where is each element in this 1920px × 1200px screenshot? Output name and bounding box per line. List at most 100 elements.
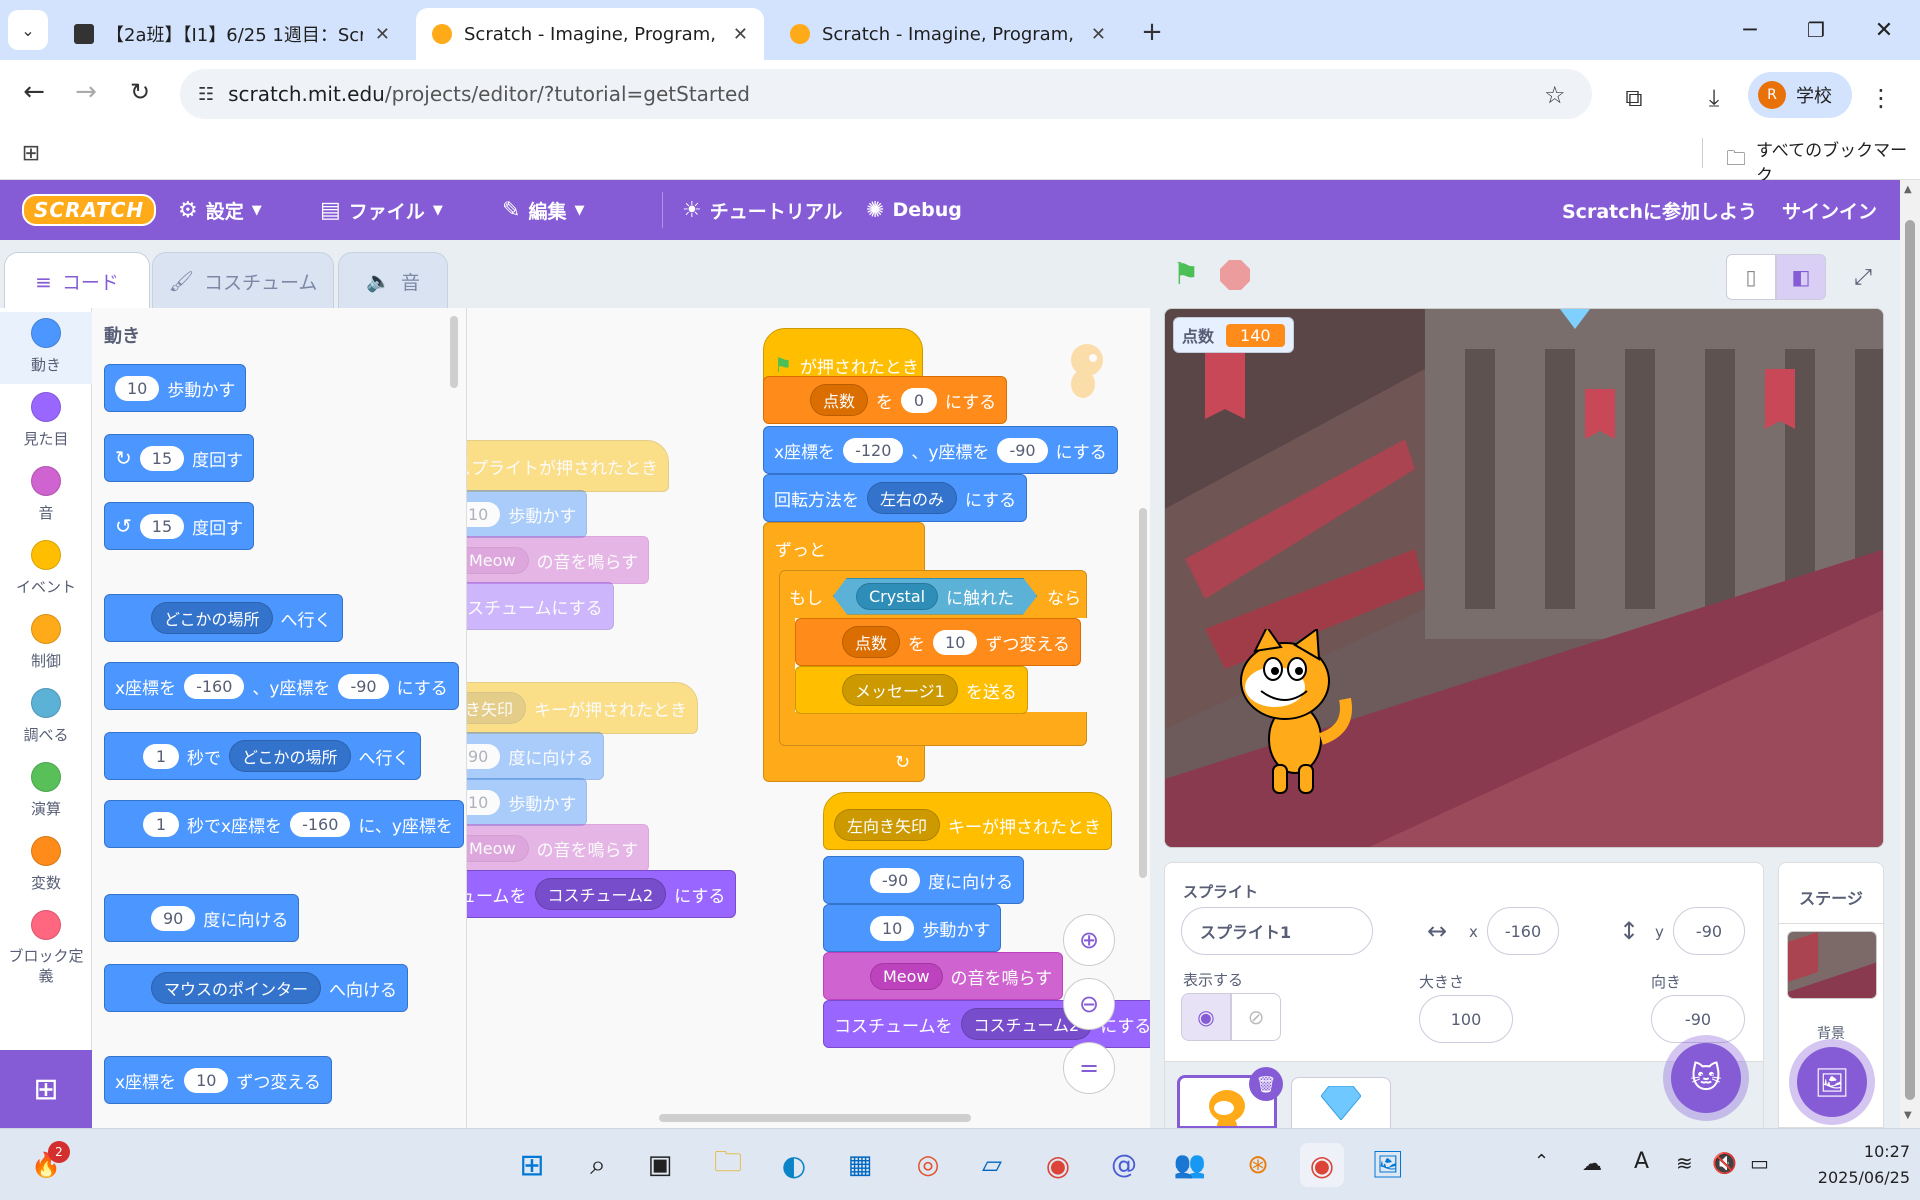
block-when-sprite-clicked[interactable]: このスプライトが押されたとき <box>467 440 669 492</box>
mail-icon[interactable]: @ <box>1102 1143 1146 1187</box>
paint-icon[interactable]: 🖼 <box>1366 1143 1410 1187</box>
task-view-icon[interactable]: ▣ <box>638 1143 682 1187</box>
network-alert-icon[interactable]: ☁ <box>1582 1151 1602 1175</box>
debug-button[interactable]: ✺ Debug <box>866 180 962 240</box>
input-value[interactable]: 0 <box>901 387 938 413</box>
input-direction[interactable]: 90 <box>151 905 196 931</box>
chevron-up-icon[interactable]: ⌃ <box>1534 1151 1549 1172</box>
category-variables[interactable]: 変数 <box>0 836 92 893</box>
dropdown-key[interactable]: 右向き矢印 <box>467 692 527 724</box>
tutorials-button[interactable]: ☀ チュートリアル <box>682 180 843 240</box>
minimize-icon[interactable]: ─ <box>1730 10 1770 50</box>
block-change-x[interactable]: x座標を 10 ずつ変える <box>104 1056 332 1104</box>
block-play-sound[interactable]: Meow の音を鳴らす <box>823 952 1064 1000</box>
tab-close-icon[interactable]: ✕ <box>375 24 390 45</box>
block-touching[interactable]: Crystal に触れた <box>833 578 1037 615</box>
delete-sprite-button[interactable]: 🗑 <box>1249 1067 1283 1101</box>
scroll-up-icon[interactable]: ▲ <box>1904 184 1912 195</box>
volume-muted-icon[interactable]: 🔇 <box>1712 1151 1737 1175</box>
dropdown-target[interactable]: どこかの場所 <box>229 740 351 772</box>
file-menu[interactable]: ▤ ファイル ▼ <box>320 180 443 240</box>
block-goto-xy[interactable]: x座標を -160 、y座標を -90 にする <box>104 662 459 710</box>
zoom-in-button[interactable]: ⊕ <box>1063 914 1115 966</box>
input-y[interactable]: -90 <box>338 673 389 699</box>
zoom-reset-button[interactable]: = <box>1063 1042 1115 1094</box>
input-y[interactable]: -90 <box>997 437 1048 463</box>
palette-scrollbar[interactable] <box>450 316 458 388</box>
tab-costumes[interactable]: 🖌 コスチューム <box>152 252 334 310</box>
choose-backdrop-button[interactable]: 🖼 <box>1797 1047 1867 1117</box>
settings-menu[interactable]: ⚙ 設定 ▼ <box>178 180 262 240</box>
address-bar[interactable]: ☷ scratch.mit.edu/projects/editor/?tutor… <box>180 69 1592 119</box>
workspace-scrollbar-h[interactable] <box>659 1114 971 1122</box>
zoom-out-button[interactable]: ⊖ <box>1063 978 1115 1030</box>
block-turn-left[interactable]: ↺ 15 度回す <box>104 502 255 550</box>
dropdown-sound[interactable]: Meow <box>467 834 529 862</box>
dropdown-sound[interactable]: Meow <box>467 546 529 574</box>
store-icon[interactable]: ▦ <box>838 1143 882 1187</box>
profile-button[interactable]: R 学校 <box>1748 72 1852 118</box>
input-steps[interactable]: 10 <box>467 789 501 815</box>
dropdown-key[interactable]: 左向き矢印 <box>834 809 941 841</box>
show-sprite-button[interactable]: ◉ <box>1181 993 1231 1041</box>
size-input[interactable]: 100 <box>1419 995 1513 1043</box>
block-move-steps[interactable]: 10 歩動かす <box>467 490 588 538</box>
large-stage-button[interactable]: ◧ <box>1776 254 1826 300</box>
block-move-steps[interactable]: 10 歩動かす <box>823 904 1002 952</box>
forward-icon[interactable]: → <box>66 72 106 112</box>
block-point-towards[interactable]: マウスのポインター へ向ける <box>104 964 409 1012</box>
category-sound[interactable]: 音 <box>0 466 92 523</box>
category-events[interactable]: イベント <box>0 540 92 597</box>
block-when-key-pressed[interactable]: 左向き矢印 キーが押されたとき <box>823 792 1113 850</box>
sprite-name-input[interactable]: スプライト1 <box>1181 907 1373 955</box>
chrome-profile-icon[interactable]: ◉ <box>1300 1143 1344 1187</box>
app-icon[interactable]: ◎ <box>906 1143 950 1187</box>
stage-canvas[interactable]: 点数 140 <box>1164 308 1884 848</box>
whiteboard-icon[interactable]: ▱ <box>970 1143 1014 1187</box>
dropdown-variable[interactable]: 点数 <box>842 626 901 658</box>
input-value[interactable]: 10 <box>933 629 978 655</box>
dropdown-sound[interactable]: Meow <box>870 962 943 990</box>
input-direction[interactable]: 90 <box>467 743 501 769</box>
close-window-icon[interactable]: ✕ <box>1864 10 1904 50</box>
teams-icon[interactable]: 👥 <box>1168 1143 1212 1187</box>
join-scratch-link[interactable]: Scratchに参加しよう <box>1562 180 1757 240</box>
x-input[interactable]: -160 <box>1487 907 1559 955</box>
bookmark-star-icon[interactable]: ☆ <box>1544 81 1566 109</box>
category-looks[interactable]: 見た目 <box>0 392 92 449</box>
category-sensing[interactable]: 調べる <box>0 688 92 745</box>
search-icon[interactable]: ⌕ <box>576 1143 620 1187</box>
block-point-direction[interactable]: 90 度に向ける <box>104 894 300 942</box>
dropdown-target[interactable]: どこかの場所 <box>151 602 273 634</box>
url-text[interactable]: scratch.mit.edu/projects/editor/?tutoria… <box>228 82 750 106</box>
input-dx[interactable]: 10 <box>184 1067 229 1093</box>
tab-sounds[interactable]: 🔈 音 <box>338 252 448 310</box>
direction-input[interactable]: -90 <box>1651 995 1745 1043</box>
browser-tab-scratch[interactable]: Scratch - Imagine, Program, Sha ✕ <box>774 8 1122 60</box>
block-broadcast[interactable]: メッセージ1 を送る <box>795 666 1028 714</box>
battery-icon[interactable]: ▭ <box>1750 1151 1769 1175</box>
dropdown-target[interactable]: マウスのポインター <box>151 972 322 1004</box>
input-steps[interactable]: 10 <box>870 915 915 941</box>
input-x[interactable]: -120 <box>843 437 904 463</box>
block-play-sound[interactable]: Meow の音を鳴らす <box>467 536 650 584</box>
kebab-menu-icon[interactable]: ⋮ <box>1866 78 1896 118</box>
signin-link[interactable]: サインイン <box>1782 180 1877 240</box>
site-info-icon[interactable]: ☷ <box>198 84 214 105</box>
new-tab-button[interactable]: + <box>1134 14 1170 50</box>
block-goto-xy[interactable]: x座標を -120 、y座標を -90 にする <box>763 426 1118 474</box>
input-direction[interactable]: -90 <box>870 867 921 893</box>
input-seconds[interactable]: 1 <box>143 811 179 837</box>
tab-search-button[interactable]: ⌄ <box>8 10 48 50</box>
browser-tab-scratch-active[interactable]: Scratch - Imagine, Program, Sha ✕ <box>416 8 764 60</box>
sprite-thumbnail-crystal[interactable] <box>1291 1077 1391 1129</box>
input-steps[interactable]: 10 <box>467 501 501 527</box>
scroll-down-icon[interactable]: ▼ <box>1904 1110 1912 1121</box>
download-icon[interactable]: ⤓ <box>1694 78 1734 118</box>
category-control[interactable]: 制御 <box>0 614 92 671</box>
clock[interactable]: 10:27 2025/06/25 <box>1790 1139 1910 1191</box>
back-icon[interactable]: ← <box>14 72 54 112</box>
reload-icon[interactable]: ↻ <box>120 72 160 112</box>
restore-icon[interactable]: ❐ <box>1796 10 1836 50</box>
dropdown-touch-target[interactable]: Crystal <box>856 583 938 610</box>
